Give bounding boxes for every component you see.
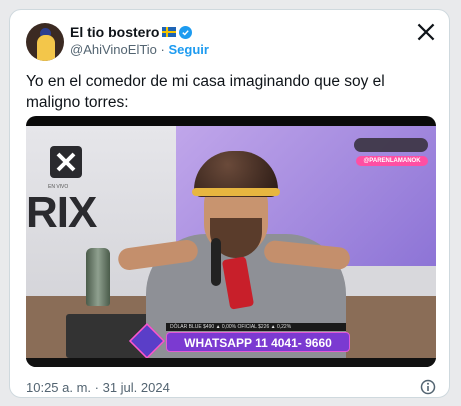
avatar-figure-body [37, 35, 55, 61]
tweet-text: Yo en el comedor de mi casa imaginando q… [26, 73, 385, 111]
tv-channel-badge [354, 138, 428, 152]
studio-logo-icon [50, 146, 82, 178]
media-bottom-bar [26, 358, 436, 367]
tweet-timestamp[interactable]: 10:25 a. m. · 31 jul. 2024 [26, 380, 170, 395]
microphone [211, 238, 221, 286]
author-name-row: El tio bostero [70, 24, 193, 40]
studio-brand-text: RIX [26, 188, 97, 237]
author-handle[interactable]: @AhiVinoElTio [70, 42, 157, 57]
author-name[interactable]: El tio bostero [70, 24, 159, 40]
helmet-rim [192, 188, 280, 196]
follow-button[interactable]: Seguir [168, 42, 208, 57]
tweet-media[interactable]: EN VIVO RIX @PARENLAMANOK DÓLAR BLUE $49… [26, 116, 436, 367]
ticker-bar: DÓLAR BLUE $490 ▲ 0,00% OFICIAL $226 ▲ 0… [166, 323, 346, 331]
tv-handle: @PARENLAMANOK [356, 156, 428, 166]
video-frame: EN VIVO RIX @PARENLAMANOK DÓLAR BLUE $49… [26, 126, 436, 358]
sweden-flag-icon [162, 27, 177, 37]
verified-badge-icon [179, 25, 193, 39]
whatsapp-banner: WHATSAPP 11 4041- 9660 [166, 332, 350, 352]
tweet-card[interactable]: El tio bostero @AhiVinoElTio · Seguir Yo… [9, 9, 450, 398]
info-icon[interactable] [420, 379, 436, 395]
author-handle-row: @AhiVinoElTio · Seguir [70, 42, 209, 57]
x-logo-icon[interactable] [417, 23, 435, 41]
thermos [86, 248, 110, 306]
author-avatar[interactable] [26, 23, 64, 61]
